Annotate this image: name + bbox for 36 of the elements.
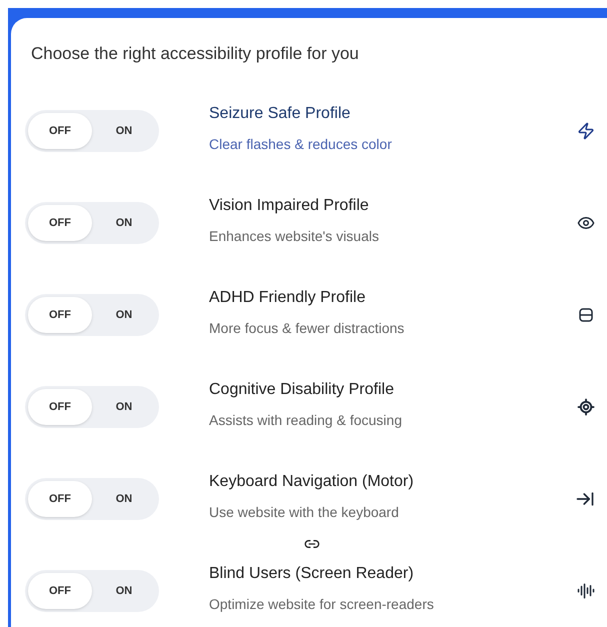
- off-option[interactable]: OFF: [28, 389, 92, 425]
- profile-title: Blind Users (Screen Reader): [209, 564, 415, 584]
- profile-title: Cognitive Disability Profile: [209, 380, 395, 400]
- off-option[interactable]: OFF: [28, 573, 92, 609]
- off-option[interactable]: OFF: [28, 113, 92, 149]
- profile-description: Assists with reading & focusing: [209, 410, 403, 430]
- profile-description: Clear flashes & reduces color: [209, 134, 393, 154]
- profile-title: ADHD Friendly Profile: [209, 288, 366, 308]
- off-option[interactable]: OFF: [28, 205, 92, 241]
- toggle-switch[interactable]: OFF ON: [25, 478, 159, 520]
- profile-title: Seizure Safe Profile: [209, 104, 352, 124]
- on-option[interactable]: ON: [92, 297, 156, 333]
- profile-description: Enhances website's visuals: [209, 226, 380, 246]
- lightning-icon: [577, 122, 595, 140]
- on-option[interactable]: ON: [92, 389, 156, 425]
- profile-description: Use website with the keyboard: [209, 502, 400, 522]
- toggle-switch[interactable]: OFF ON: [25, 202, 159, 244]
- on-option[interactable]: ON: [92, 481, 156, 517]
- panel-heading: Choose the right accessibility profile for you: [30, 43, 360, 65]
- on-option[interactable]: ON: [92, 205, 156, 241]
- audio-lines-icon: [577, 582, 595, 600]
- profile-title: Keyboard Navigation (Motor): [209, 472, 415, 492]
- profile-title: Vision Impaired Profile: [209, 196, 370, 216]
- toggle-switch[interactable]: OFF ON: [25, 570, 159, 612]
- toggle-switch[interactable]: OFF ON: [25, 294, 159, 336]
- profile-description: More focus & fewer distractions: [209, 318, 406, 338]
- off-option[interactable]: OFF: [28, 297, 92, 333]
- toggle-switch[interactable]: OFF ON: [25, 386, 159, 428]
- eye-icon: [577, 214, 595, 232]
- profile-description: Optimize website for screen-readers: [209, 594, 435, 614]
- on-option[interactable]: ON: [92, 113, 156, 149]
- off-option[interactable]: OFF: [28, 481, 92, 517]
- target-icon: [577, 398, 595, 416]
- on-option[interactable]: ON: [92, 573, 156, 609]
- toggle-switch[interactable]: OFF ON: [25, 110, 159, 152]
- panel-icon: [577, 306, 595, 324]
